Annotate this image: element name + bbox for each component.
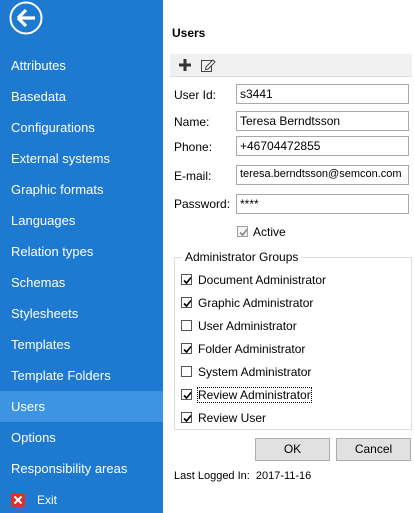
sidebar-item-responsibility-areas[interactable]: Responsibility areas [0,453,163,484]
sidebar-item-attributes[interactable]: Attributes [0,50,163,81]
sidebar-item-languages[interactable]: Languages [0,205,163,236]
plus-icon[interactable] [177,57,193,73]
edit-icon[interactable] [200,57,216,73]
sidebar-item-templates[interactable]: Templates [0,329,163,360]
last-logged-in: Last Logged In: 2017-11-16 [174,470,311,482]
users-panel: Users User Id: s3441 Name: Teresa Berndt… [163,0,414,513]
group-title: Administrator Groups [182,250,302,264]
last-logged-value: 2017-11-16 [255,470,312,482]
email-label: E-mail: [174,169,212,183]
name-field[interactable]: Teresa Berndtsson [236,111,409,131]
checkbox-label: Review Administrator [197,387,312,403]
group-item-review-administrator[interactable]: Review Administrator [181,387,401,403]
sidebar-item-external-systems[interactable]: External systems [0,143,163,174]
sidebar-item-options[interactable]: Options [0,422,163,453]
sidebar-item-configurations[interactable]: Configurations [0,112,163,143]
group-item-system-administrator[interactable]: System Administrator [181,365,401,379]
sidebar-item-relation-types[interactable]: Relation types [0,236,163,267]
checkbox-label: System Administrator [198,365,312,379]
toolbar [170,54,412,77]
name-label: Name: [174,115,210,129]
checkbox[interactable] [181,297,192,308]
sidebar: Attributes Basedata Configurations Exter… [0,0,163,513]
exit-button[interactable]: Exit [0,487,163,513]
cancel-button[interactable]: Cancel [336,438,411,461]
password-label: Password: [174,197,231,211]
checkbox[interactable] [181,343,192,354]
checkbox[interactable] [181,412,192,423]
last-logged-label: Last Logged In: [174,470,250,482]
sidebar-item-basedata[interactable]: Basedata [0,81,163,112]
group-item-folder-administrator[interactable]: Folder Administrator [181,342,401,356]
email-field[interactable]: teresa.berndtsson@semcon.com [236,165,409,185]
checkbox[interactable] [181,389,192,400]
exit-label: Exit [37,493,58,507]
administrator-groups: Administrator Groups Document Administra… [174,250,412,430]
ok-button[interactable]: OK [255,438,330,461]
exit-icon [11,493,25,507]
back-arrow-icon[interactable] [9,1,43,35]
active-label: Active [253,225,286,239]
sidebar-item-schemas[interactable]: Schemas [0,267,163,298]
phone-field[interactable]: +46704472855 [236,136,409,156]
checkbox-label: Folder Administrator [198,342,306,356]
checkbox[interactable] [181,320,192,331]
checkbox-label: Document Administrator [198,273,327,287]
sidebar-item-template-folders[interactable]: Template Folders [0,360,163,391]
group-item-review-user[interactable]: Review User [181,411,401,425]
group-item-document-administrator[interactable]: Document Administrator [181,273,401,287]
checkbox[interactable] [181,366,192,377]
user-id-label: User Id: [174,88,217,102]
active-checkbox[interactable] [237,226,248,237]
checkbox-label: Review User [198,411,267,425]
sidebar-item-graphic-formats[interactable]: Graphic formats [0,174,163,205]
checkbox-label: User Administrator [198,319,297,333]
checkbox-label: Graphic Administrator [198,296,314,310]
phone-label: Phone: [174,140,213,154]
sidebar-item-stylesheets[interactable]: Stylesheets [0,298,163,329]
user-id-field[interactable]: s3441 [236,84,409,104]
password-field[interactable]: **** [236,194,409,214]
sidebar-item-users[interactable]: Users [0,391,163,422]
page-title: Users [172,26,206,40]
checkbox[interactable] [181,274,192,285]
group-item-user-administrator[interactable]: User Administrator [181,319,401,333]
group-item-graphic-administrator[interactable]: Graphic Administrator [181,296,401,310]
